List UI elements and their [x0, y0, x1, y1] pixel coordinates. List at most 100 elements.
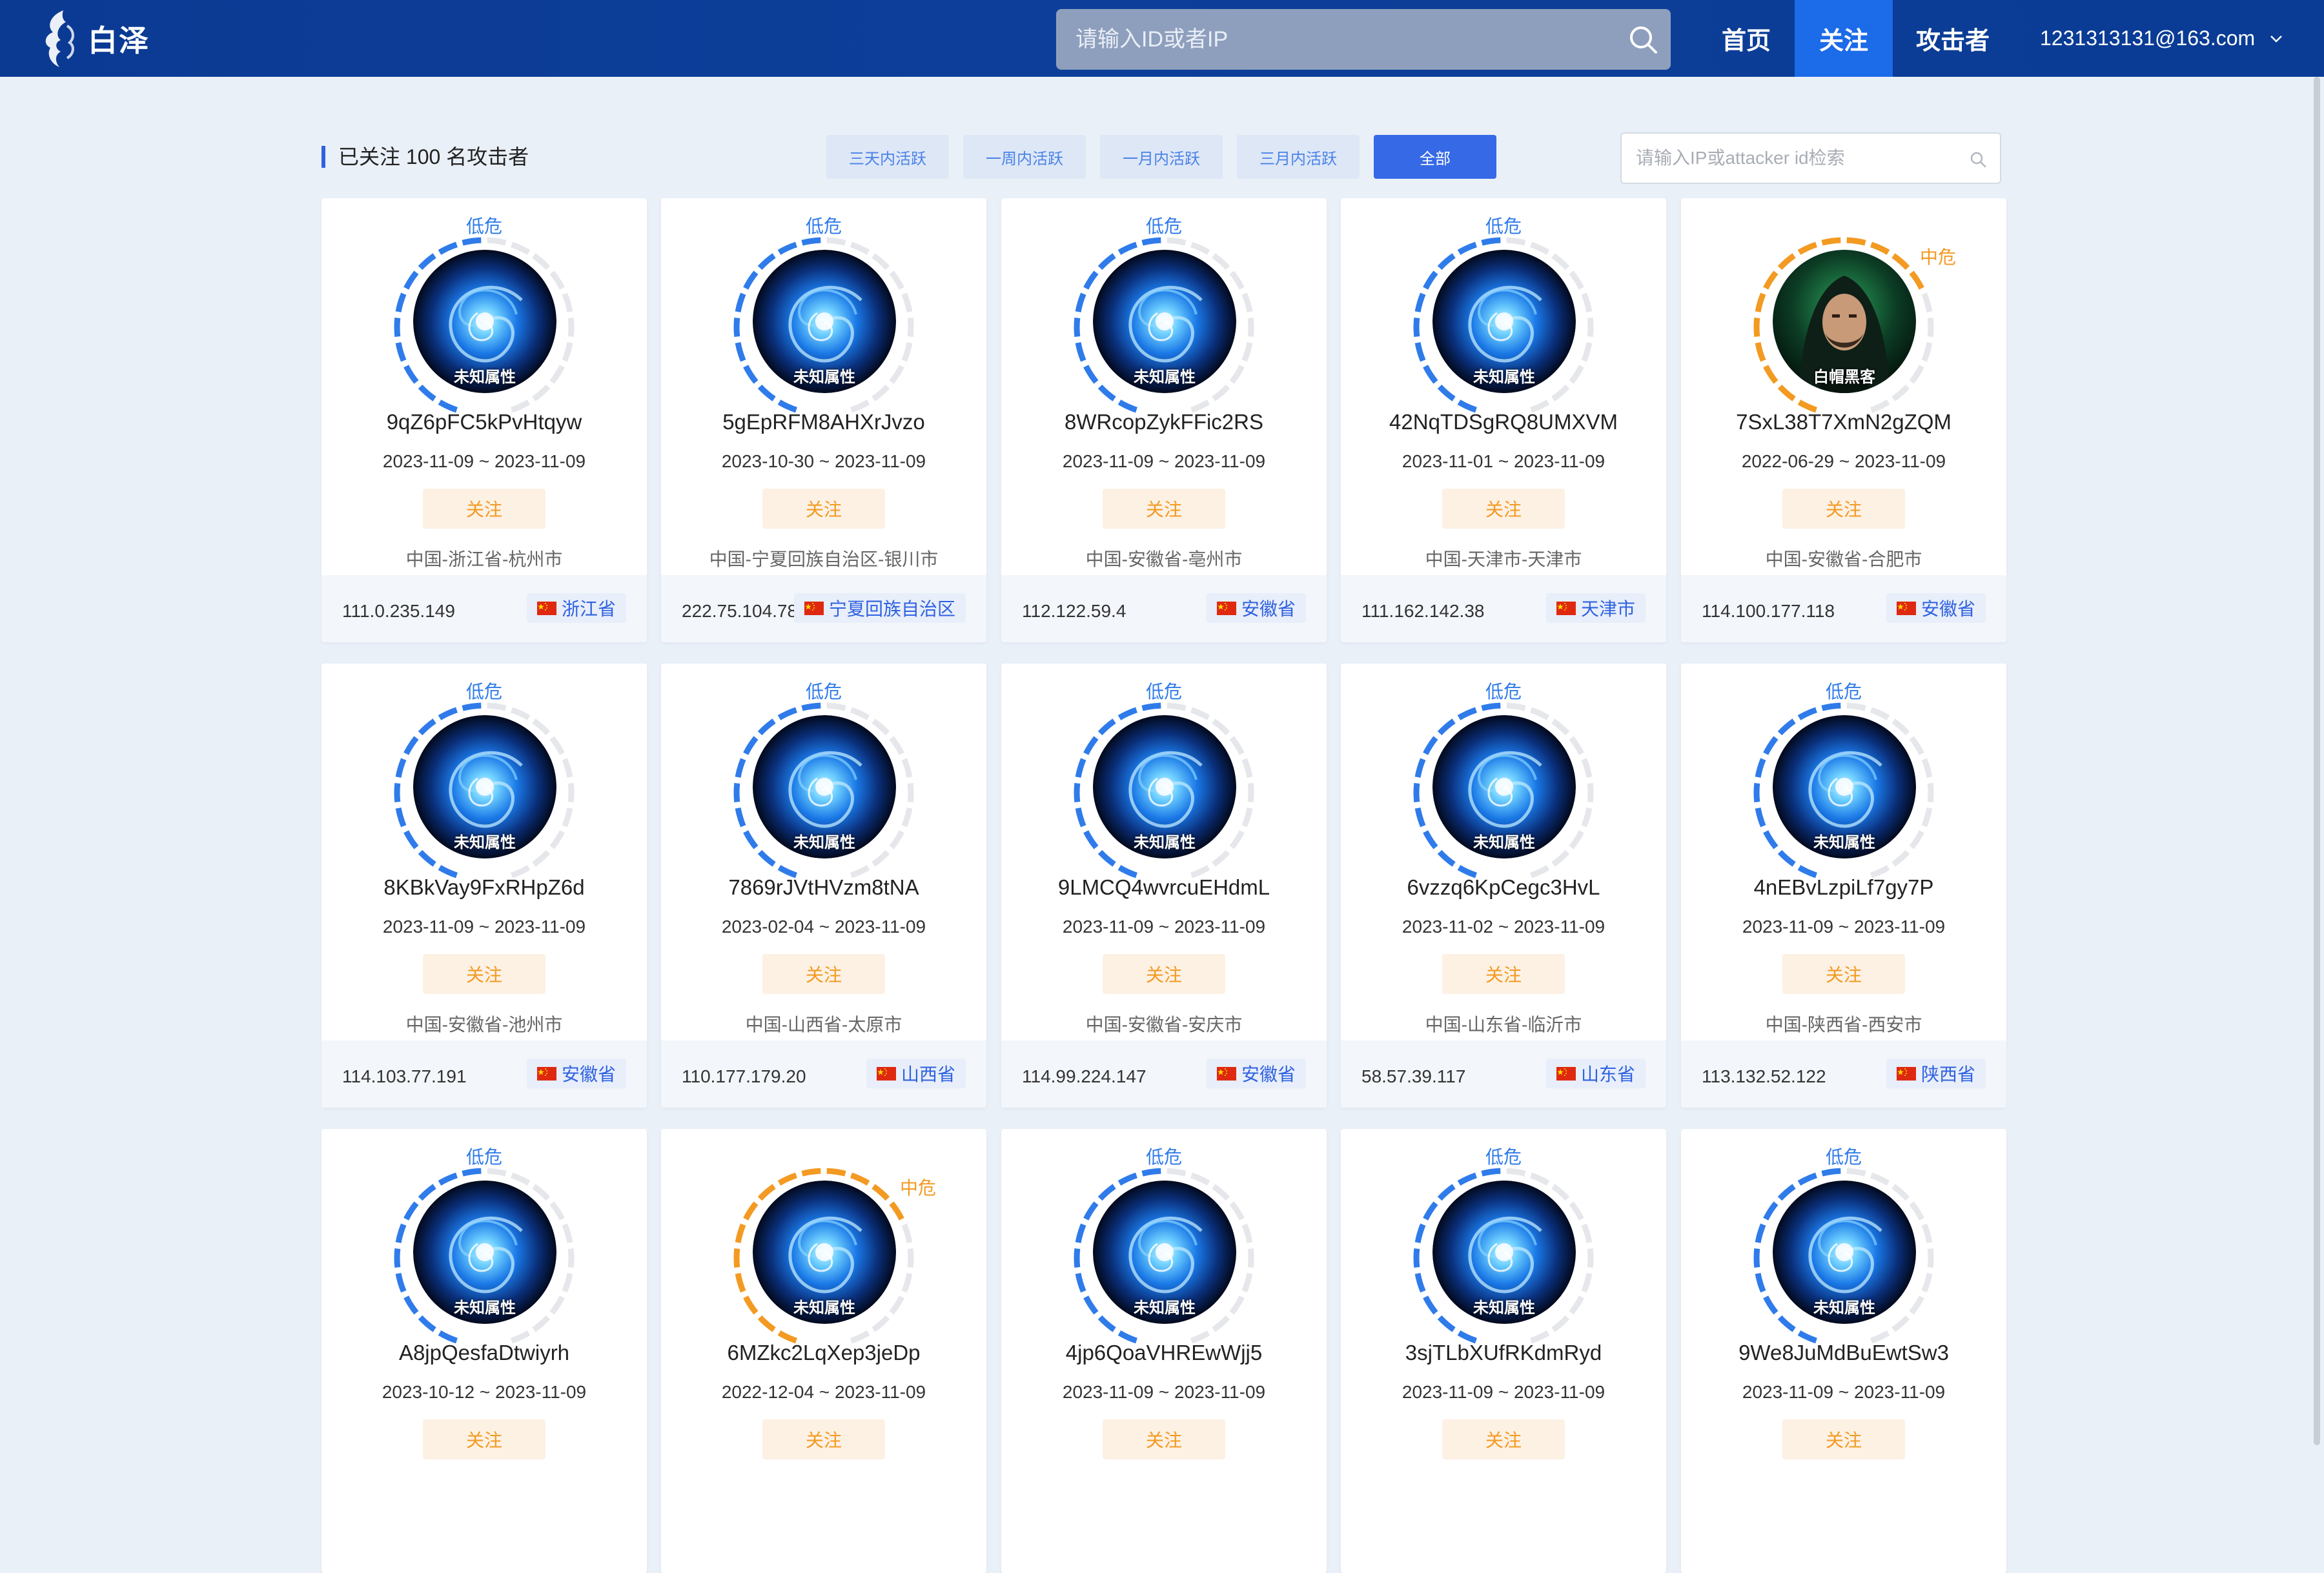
- follow-button[interactable]: 关注: [423, 954, 545, 994]
- avatar[interactable]: 未知属性: [1093, 1181, 1236, 1324]
- follow-button[interactable]: 关注: [1442, 489, 1565, 529]
- location-text: 中国-安徽省-安庆市: [1085, 1015, 1243, 1035]
- active-date-range: 2023-11-09 ~ 2023-11-09: [382, 917, 586, 937]
- attacker-id[interactable]: 9qZ6pFC5kPvHtqyw: [321, 410, 647, 434]
- filter-three-days[interactable]: 三天内活跃: [826, 135, 949, 179]
- search-icon[interactable]: [1969, 150, 1987, 168]
- avatar[interactable]: 未知属性: [1773, 715, 1916, 858]
- filter-three-months[interactable]: 三月内活跃: [1237, 135, 1360, 179]
- risk-level-label: 中危: [1920, 247, 1957, 267]
- follow-button[interactable]: 关注: [762, 1419, 885, 1459]
- attacker-card[interactable]: 未知属性 低危 9We8JuMdBuEwtSw3 2023-11-09 ~ 2023-…: [1681, 1129, 2006, 1573]
- avatar[interactable]: 未知属性: [413, 250, 556, 393]
- follow-button[interactable]: 关注: [423, 489, 545, 529]
- avatar[interactable]: 未知属性: [753, 250, 896, 393]
- nav-attacker[interactable]: 攻击者: [1904, 0, 2001, 77]
- follow-button[interactable]: 关注: [1782, 489, 1905, 529]
- attacker-card[interactable]: 未知属性 低危 42NqTDSgRQ8UMXVM 2023-11-01 ~ 2023-…: [1341, 198, 1666, 642]
- attacker-id[interactable]: 8WRcopZykFFic2RS: [1001, 410, 1327, 434]
- attacker-id[interactable]: 3sjTLbXUfRKdmRyd: [1341, 1341, 1666, 1365]
- attacker-id[interactable]: 8KBkVay9FxRHpZ6d: [321, 875, 647, 900]
- attacker-card[interactable]: 未知属性 低危 8WRcopZykFFic2RS 2023-11-09 ~ 2023-…: [1001, 198, 1327, 642]
- attacker-id[interactable]: 6vzzq6KpCegc3HvL: [1341, 875, 1666, 900]
- province-name: 安徽省: [1241, 599, 1296, 619]
- filter-one-month[interactable]: 一月内活跃: [1100, 135, 1223, 179]
- attacker-card[interactable]: 未知属性 低危 4nEBvLzpiLf7gy7P 2023-11-09 ~ 2023-…: [1681, 664, 2006, 1108]
- avatar[interactable]: 未知属性: [1093, 250, 1236, 393]
- user-menu[interactable]: 1231313131@163.com: [2040, 0, 2283, 77]
- attacker-search: [1620, 132, 2001, 184]
- attacker-card[interactable]: 未知属性 低危 8KBkVay9FxRHpZ6d 2023-11-09 ~ 2023-…: [321, 664, 647, 1108]
- attacker-card[interactable]: 未知属性 低危 4jp6QoaVHREwWjj5 2023-11-09 ~ 2023-…: [1001, 1129, 1327, 1573]
- province-tag: 浙江省: [526, 593, 626, 623]
- active-date-range: 2023-11-09 ~ 2023-11-09: [1062, 917, 1266, 937]
- active-date-range: 2023-10-12 ~ 2023-11-09: [382, 1382, 587, 1402]
- attacker-card[interactable]: 未知属性 低危 5gEpRFM8AHXrJvzo 2023-10-30 ~ 2023-…: [661, 198, 986, 642]
- attacker-search-input[interactable]: [1622, 134, 1957, 183]
- follow-button[interactable]: 关注: [1782, 1419, 1905, 1459]
- avatar[interactable]: 未知属性: [1432, 1181, 1576, 1324]
- logo[interactable]: 白泽: [37, 6, 150, 71]
- avatar[interactable]: 未知属性: [413, 1181, 556, 1324]
- risk-level-label: 低危: [1485, 682, 1522, 702]
- attacker-card[interactable]: 未知属性 低危 A8jpQesfaDtwiyrh 2023-10-12 ~ 2023-…: [321, 1129, 647, 1573]
- province-tag: 山西省: [866, 1059, 966, 1088]
- location-text: 中国-山东省-临沂市: [1425, 1015, 1582, 1035]
- attacker-card[interactable]: 未知属性 低危 9qZ6pFC5kPvHtqyw 2023-11-09 ~ 2023-…: [321, 198, 647, 642]
- follow-button[interactable]: 关注: [1103, 1419, 1225, 1459]
- attacker-card[interactable]: 白帽黑客 中危 7SxL38T7XmN2gZQM 2022-06-29 ~ 2023-…: [1681, 198, 2006, 642]
- avatar[interactable]: 未知属性: [413, 715, 556, 858]
- china-flag-icon: [1896, 601, 1916, 615]
- nav-home[interactable]: 首页: [1704, 0, 1788, 77]
- avatar[interactable]: 未知属性: [1432, 715, 1576, 858]
- province-name: 宁夏回族自治区: [828, 599, 955, 619]
- follow-button[interactable]: 关注: [1782, 954, 1905, 994]
- filter-one-week[interactable]: 一周内活跃: [963, 135, 1086, 179]
- attacker-card[interactable]: 未知属性 低危 6vzzq6KpCegc3HvL 2023-11-02 ~ 2023-…: [1341, 664, 1666, 1108]
- follow-button[interactable]: 关注: [1103, 489, 1225, 529]
- risk-level-label: 低危: [1825, 682, 1862, 702]
- avatar[interactable]: 未知属性: [753, 1181, 896, 1324]
- attacker-id[interactable]: 9LMCQ4wvrcuEHdmL: [1001, 875, 1327, 900]
- avatar[interactable]: 未知属性: [1093, 715, 1236, 858]
- follow-button[interactable]: 关注: [762, 954, 885, 994]
- province-name: 安徽省: [561, 1064, 616, 1084]
- attacker-id[interactable]: 4nEBvLzpiLf7gy7P: [1681, 875, 2006, 900]
- attacker-id[interactable]: 7SxL38T7XmN2gZQM: [1681, 410, 2006, 434]
- attacker-card[interactable]: 未知属性 低危 7869rJVtHVzm8tNA 2023-02-04 ~ 2023-…: [661, 664, 986, 1108]
- avatar[interactable]: 未知属性: [1432, 250, 1576, 393]
- follow-button[interactable]: 关注: [762, 489, 885, 529]
- follow-button[interactable]: 关注: [1442, 954, 1565, 994]
- follow-button[interactable]: 关注: [423, 1419, 545, 1459]
- attacker-id[interactable]: 6MZkc2LqXep3jeDp: [661, 1341, 986, 1365]
- follow-button[interactable]: 关注: [1103, 954, 1225, 994]
- page-scrollbar[interactable]: [2314, 77, 2320, 1445]
- chevron-down-icon: [2270, 35, 2283, 43]
- attacker-id[interactable]: 7869rJVtHVzm8tNA: [661, 875, 986, 900]
- active-date-range: 2023-10-30 ~ 2023-11-09: [721, 451, 926, 471]
- attacker-id[interactable]: 4jp6QoaVHREwWjj5: [1001, 1341, 1327, 1365]
- avatar[interactable]: 未知属性: [1773, 1181, 1916, 1324]
- avatar[interactable]: 白帽黑客: [1773, 250, 1916, 393]
- location-text: 中国-天津市-天津市: [1425, 549, 1582, 569]
- attacker-id[interactable]: 9We8JuMdBuEwtSw3: [1681, 1341, 2006, 1365]
- attacker-id[interactable]: A8jpQesfaDtwiyrh: [321, 1341, 647, 1365]
- filter-all[interactable]: 全部: [1374, 135, 1496, 179]
- global-search: [1056, 9, 1671, 70]
- nav-follow[interactable]: 关注: [1795, 0, 1893, 77]
- attacker-id[interactable]: 5gEpRFM8AHXrJvzo: [661, 410, 986, 434]
- avatar[interactable]: 未知属性: [753, 715, 896, 858]
- attacker-card[interactable]: 未知属性 中危 6MZkc2LqXep3jeDp 2022-12-04 ~ 2023-…: [661, 1129, 986, 1573]
- logo-text: 白泽: [88, 24, 150, 57]
- province-tag: 安徽省: [1206, 593, 1306, 623]
- attacker-card[interactable]: 未知属性 低危 3sjTLbXUfRKdmRyd 2023-11-09 ~ 2023-…: [1341, 1129, 1666, 1573]
- location-text: 中国-宁夏回族自治区-银川市: [709, 549, 939, 569]
- province-tag: 宁夏回族自治区: [793, 593, 966, 623]
- attacker-id[interactable]: 42NqTDSgRQ8UMXVM: [1341, 410, 1666, 434]
- attacker-card[interactable]: 未知属性 低危 9LMCQ4wvrcuEHdmL 2023-11-09 ~ 2023-…: [1001, 664, 1327, 1108]
- risk-level-label: 低危: [1485, 1147, 1522, 1167]
- risk-level-label: 低危: [1145, 682, 1182, 702]
- follow-button[interactable]: 关注: [1442, 1419, 1565, 1459]
- global-search-input[interactable]: [1056, 9, 1611, 70]
- search-icon[interactable]: [1627, 23, 1659, 56]
